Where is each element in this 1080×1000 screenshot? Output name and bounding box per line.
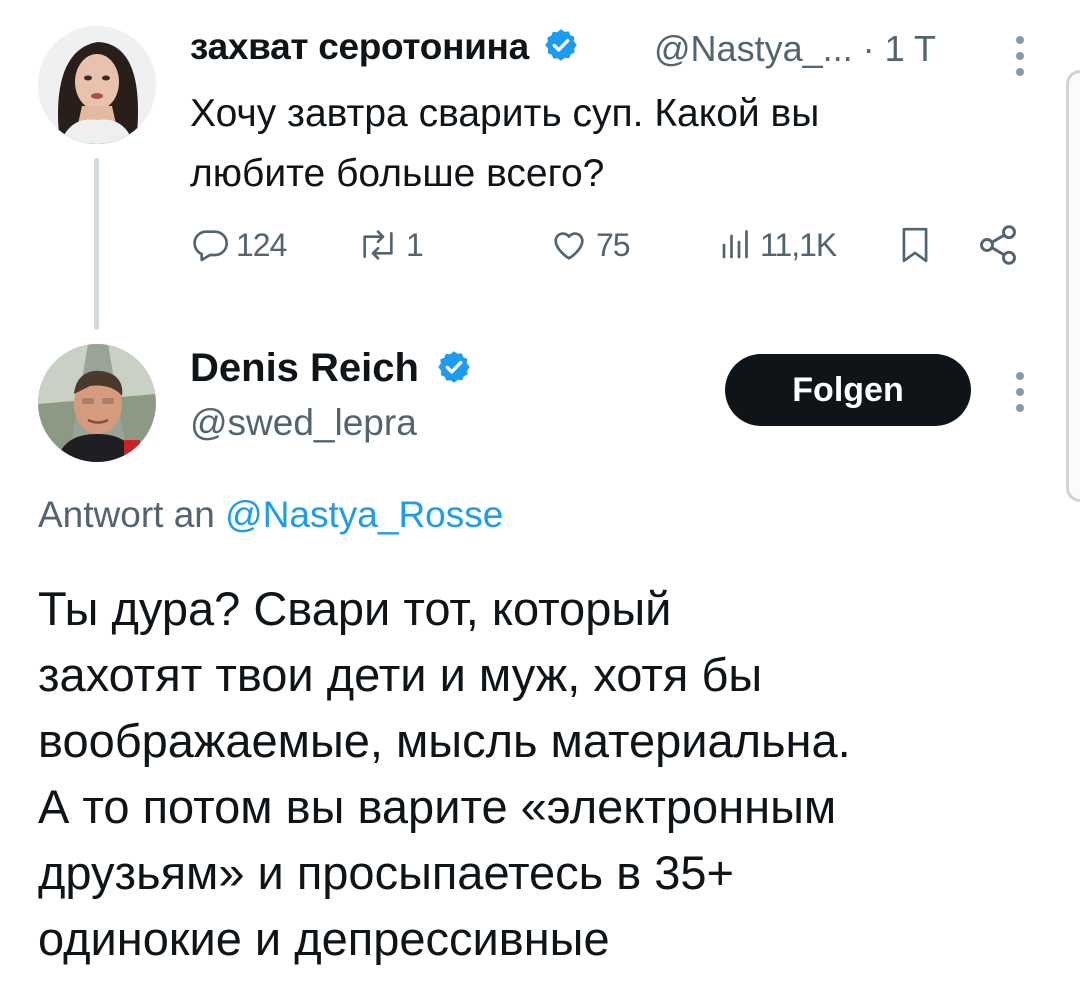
reply-to-prefix: Antwort an [38, 494, 215, 535]
first-author-handle-time[interactable]: @Nastya_... · 1 T [654, 28, 936, 70]
thread-connector-line [94, 158, 99, 330]
avatar-first-author[interactable] [38, 26, 156, 144]
tweet-text-line: Ты дура? Свари тот, который [38, 582, 672, 635]
retweet-button[interactable]: 1 [356, 222, 424, 268]
reply-to-line: Antwort an @Nastya_Rosse [38, 494, 503, 536]
views-count: 11,1K [760, 226, 837, 263]
retweet-icon [356, 225, 400, 265]
avatar-second-author[interactable] [38, 344, 156, 462]
second-author-name[interactable]: Denis Reich [190, 346, 472, 395]
verified-badge-icon [436, 349, 472, 395]
follow-button[interactable]: Folgen [725, 354, 971, 426]
retweet-count: 1 [406, 226, 424, 263]
share-button[interactable] [976, 222, 1020, 268]
share-icon [976, 223, 1020, 267]
first-author-name[interactable]: захват серотонина [190, 26, 579, 72]
more-icon[interactable] [1015, 372, 1025, 412]
tweet-text-line: воображаемые, мысль материальна. [38, 714, 851, 767]
second-tweet-text: Ты дура? Свари тот, который захотят твои… [38, 576, 1048, 972]
like-icon [548, 225, 590, 265]
reply-icon [190, 225, 230, 265]
tweet-text-line: А то потом вы варите «электронным [38, 780, 837, 833]
like-button[interactable]: 75 [548, 222, 631, 268]
like-count: 75 [596, 226, 631, 263]
views-button[interactable]: 11,1K [718, 222, 837, 268]
tweet-text-line: друзьям» и просыпаетесь в 35+ [38, 846, 734, 899]
more-icon[interactable] [1015, 36, 1025, 76]
bookmark-icon [896, 223, 934, 267]
verified-badge-icon [543, 27, 579, 72]
reply-to-mention-link[interactable]: @Nastya_Rosse [225, 494, 503, 535]
tweet-text-line: захотят твои дети и муж, хотя бы [38, 648, 763, 701]
second-author-handle[interactable]: @swed_lepra [190, 402, 417, 444]
first-tweet-text: Хочу завтра сварить суп. Какой вы любите… [190, 92, 820, 195]
scrollbar[interactable] [1066, 70, 1080, 502]
tweet-text-line: одинокие и депрессивные [38, 912, 610, 965]
reply-button[interactable]: 124 [190, 222, 287, 268]
reply-count: 124 [236, 226, 287, 263]
views-icon [718, 225, 754, 265]
bookmark-button[interactable] [896, 222, 934, 268]
